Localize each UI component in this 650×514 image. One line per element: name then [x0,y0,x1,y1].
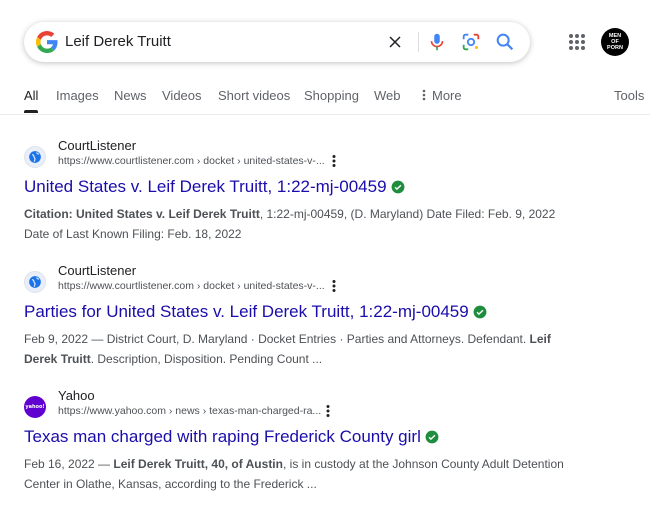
snippet-text: , is in custody at the Johnson County Ad… [282,457,564,471]
tab-shopping[interactable]: Shopping [304,88,359,103]
google-lens-icon[interactable] [460,31,482,53]
tab-videos[interactable]: Videos [162,88,202,103]
result-title: United States v. Leif Derek Truitt, 1:22… [24,177,387,196]
tab-all[interactable]: All [24,88,38,103]
result-url[interactable]: https://www.courtlistener.com › docket ›… [58,280,325,292]
snippet-bold: Leif [529,332,551,346]
google-apps-icon[interactable] [568,33,586,51]
result-url[interactable]: https://www.courtlistener.com › docket ›… [58,155,325,167]
avatar[interactable]: MEN OF PORN [601,28,629,56]
yahoo-favicon-icon: yahoo! [24,396,46,418]
snippet-text: Feb 9, 2022 — District Court, D. Marylan… [24,332,530,346]
verified-check-icon [473,305,487,319]
microphone-icon[interactable] [426,31,448,53]
snippet-text: . Description, Disposition. Pending Coun… [90,352,323,366]
result-site-name[interactable]: CourtListener [58,138,136,153]
tab-more-label: More [432,88,462,103]
tab-more[interactable]: More [422,88,462,103]
tab-news[interactable]: News [114,88,147,103]
result-title: Texas man charged with raping Frederick … [24,427,421,446]
search-input[interactable]: Leif Derek Truitt [65,32,171,52]
tools-button[interactable]: Tools [614,88,644,103]
result-title-link[interactable]: Texas man charged with raping Frederick … [24,427,439,447]
globe-favicon-icon [24,271,46,293]
result-title-link[interactable]: United States v. Leif Derek Truitt, 1:22… [24,177,405,197]
result-menu-icon[interactable] [332,154,336,168]
tab-short-videos[interactable]: Short videos [218,88,290,103]
snippet-text: Feb 16, 2022 — [24,457,114,471]
google-logo-icon[interactable] [36,31,58,53]
yahoo-favicon-text: yahoo! [25,404,45,410]
globe-favicon-icon [24,146,46,168]
clear-icon[interactable] [385,32,405,52]
result-menu-icon[interactable] [326,404,330,418]
result-title-link[interactable]: Parties for United States v. Leif Derek … [24,302,487,322]
result-snippet: Citation: United States v. Leif Derek Tr… [24,204,584,244]
snippet-text: Date of Last Known Filing: Feb. 18, 2022 [24,227,242,241]
snippet-bold: Derek Truitt [24,352,91,366]
divider [418,32,419,52]
result-url[interactable]: https://www.yahoo.com › news › texas-man… [58,405,321,417]
snippet-text: Center in Olathe, Kansas, according to t… [24,477,317,491]
search-bar[interactable]: Leif Derek Truitt [24,22,530,62]
search-icon[interactable] [494,31,516,53]
verified-check-icon [425,430,439,444]
vertical-dots-icon [422,89,426,101]
result-snippet: Feb 9, 2022 — District Court, D. Marylan… [24,329,584,369]
avatar-line: PORN [607,45,623,51]
result-menu-icon[interactable] [332,279,336,293]
snippet-bold: Citation: United States v. Leif Derek Tr… [24,207,260,221]
result-snippet: Feb 16, 2022 — Leif Derek Truitt, 40, of… [24,454,584,494]
tabs-divider [0,114,650,115]
verified-check-icon [391,180,404,194]
result-site-name[interactable]: Yahoo [58,388,95,403]
search-tabs: All Images News Videos Short videos Shop… [0,86,650,114]
tab-images[interactable]: Images [56,88,99,103]
snippet-bold: Leif Derek Truitt, 40, of Austin [113,457,283,471]
snippet-text: , 1:22-mj-00459, (D. Maryland) Date File… [259,207,556,221]
result-site-name[interactable]: CourtListener [58,263,136,278]
result-title: Parties for United States v. Leif Derek … [24,302,469,321]
active-tab-indicator [24,110,38,113]
tab-web[interactable]: Web [374,88,401,103]
